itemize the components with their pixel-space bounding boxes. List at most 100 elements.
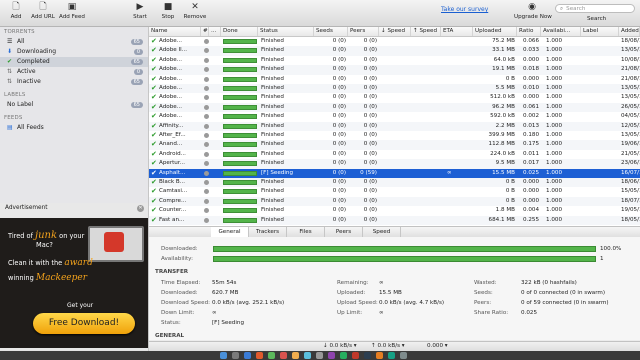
- download-speed-limit[interactable]: ↓ 0.0 kB/s ▾: [323, 343, 357, 349]
- column-header[interactable]: Added O: [619, 27, 640, 36]
- table-row[interactable]: ✔ Fast an... Finished 0 (0) 0 (0) 684.1 MB 0.2…: [149, 215, 640, 225]
- table-row[interactable]: ✔ Adobe Il... Finished 0 (0) 0 (0) 33.1 MB 0.0…: [149, 46, 640, 56]
- fries-image: [104, 232, 124, 252]
- checkmark-icon: ✔: [7, 58, 13, 65]
- add-url-button[interactable]: 🗋 Add URL: [28, 2, 58, 20]
- table-row[interactable]: ✔ Android... Finished 0 (0) 0 (0) 224.0 kB 0.0…: [149, 150, 640, 159]
- sidebar-item-all-feeds[interactable]: ▤ All Feeds: [0, 123, 148, 133]
- app-icon[interactable]: [376, 352, 383, 359]
- app-icon[interactable]: [292, 352, 299, 359]
- survey-link[interactable]: Take our survey: [441, 6, 488, 13]
- table-row[interactable]: ✔ Apertur... Finished 0 (0) 0 (0) 9.5 MB 0.017…: [149, 159, 640, 169]
- added-cell: 15/05/1: [621, 188, 640, 195]
- tab-files[interactable]: Files: [287, 227, 325, 237]
- done-progress-bar: [223, 142, 257, 148]
- ratio-cell: 0.000: [522, 94, 539, 101]
- uploaded-cell: 0 B: [505, 75, 515, 82]
- column-header[interactable]: Uploaded: [473, 27, 517, 36]
- column-header[interactable]: Status: [258, 27, 314, 36]
- column-header[interactable]: Peers: [348, 27, 379, 36]
- table-row[interactable]: ✔ Asphalt... [F] Seeding 0 (0) 0 (59) ∞ 15.5 M…: [149, 168, 640, 178]
- sidebar-item-completed[interactable]: ✔ Completed 65: [0, 57, 148, 67]
- table-row[interactable]: ✔ Affinity... Finished 0 (0) 0 (0) 2.2 MB 0.01…: [149, 121, 640, 131]
- column-header[interactable]: ...: [209, 27, 221, 36]
- tab-speed[interactable]: Speed: [363, 227, 401, 237]
- column-header[interactable]: ETA: [441, 27, 473, 36]
- app-icon[interactable]: [256, 352, 263, 359]
- table-row[interactable]: ✔ Adobe... Finished 0 (0) 0 (0) 75.2 MB 0.066 1…: [149, 37, 640, 46]
- table-row[interactable]: ✔ Adobe... Finished 0 (0) 0 (0) 19.1 MB 0.018 1…: [149, 65, 640, 75]
- column-header[interactable]: Availabi...: [541, 27, 581, 36]
- table-row[interactable]: ✔ Compre... Finished 0 (0) 0 (0) 0 B 0.000 1.00…: [149, 196, 640, 207]
- uploaded-cell: 512.0 kB: [490, 94, 515, 101]
- eta-cell: [441, 150, 473, 159]
- app-icon[interactable]: [304, 352, 311, 359]
- app-icon[interactable]: [352, 352, 359, 359]
- trash-icon[interactable]: [400, 352, 407, 359]
- app-icon[interactable]: [364, 352, 371, 359]
- app-icon[interactable]: [388, 352, 395, 359]
- column-header[interactable]: #: [201, 27, 209, 36]
- status-cell: Finished: [261, 207, 284, 214]
- sidebar-item-downloading[interactable]: ⬇ Downloading 0: [0, 47, 148, 57]
- remove-button[interactable]: ✕ Remove: [180, 2, 210, 20]
- field-value: 322 kB (0 hashfails): [521, 280, 577, 286]
- free-download-button[interactable]: Free Download!: [33, 313, 135, 334]
- table-row[interactable]: ✔ Anand... Finished 0 (0) 0 (0) 112.8 MB 0.175…: [149, 140, 640, 150]
- column-header[interactable]: Name: [149, 27, 201, 36]
- close-icon[interactable]: ✕: [137, 205, 144, 212]
- field-value: 620.7 MB: [212, 290, 239, 296]
- app-icon[interactable]: [340, 352, 347, 359]
- ratio-cell: 0.004: [522, 207, 539, 214]
- column-header[interactable]: ↑ Speed: [411, 27, 441, 36]
- search-input[interactable]: ⌕ Search: [555, 4, 635, 13]
- sidebar-item-active[interactable]: ⇅ Active 0: [0, 67, 148, 77]
- seeds-cell: 0 (0): [332, 169, 346, 176]
- column-header[interactable]: ↓ Speed: [379, 27, 411, 36]
- peers-cell: 0 (0): [363, 47, 377, 54]
- column-header[interactable]: Seeds: [314, 27, 348, 36]
- seeds-cell: 0 (0): [332, 66, 346, 73]
- safari-icon[interactable]: [244, 352, 251, 359]
- disk-indicator[interactable]: 0.000 ▾: [427, 343, 448, 349]
- table-row[interactable]: ✔ Counter... Finished 0 (0) 0 (0) 1.8 MB 0.004…: [149, 206, 640, 215]
- table-row[interactable]: ✔ After_Ef... Finished 0 (0) 0 (0) 399.9 MB 0.…: [149, 131, 640, 140]
- add-feed-button[interactable]: ▣ Add Feed: [57, 2, 87, 20]
- start-button[interactable]: ▶ Start: [125, 2, 155, 20]
- table-row[interactable]: ✔ Black B... Finished 0 (0) 0 (0) 0 B 0.000 1.0…: [149, 178, 640, 188]
- table-row[interactable]: ✔ Adobe... Finished 0 (0) 0 (0) 512.0 kB 0.000…: [149, 93, 640, 102]
- app-icon[interactable]: [268, 352, 275, 359]
- upgrade-button[interactable]: ◉ Upgrade Now: [514, 2, 552, 20]
- tab-peers[interactable]: Peers: [325, 227, 363, 237]
- eta-cell: [441, 159, 473, 168]
- tab-general[interactable]: General: [211, 227, 249, 237]
- seeds-cell: 0 (0): [332, 132, 346, 138]
- uploaded-cell: 684.1 MB: [488, 216, 515, 223]
- ad-banner[interactable]: Tired of junk on your Mac? Clean it with …: [0, 218, 148, 348]
- app-icon[interactable]: [280, 352, 287, 359]
- status-cell: Finished: [261, 132, 284, 138]
- app-icon[interactable]: [328, 352, 335, 359]
- stop-button[interactable]: ■ Stop: [153, 2, 183, 20]
- column-header[interactable]: Done: [221, 27, 258, 36]
- add-button[interactable]: 🗋 Add: [1, 2, 31, 20]
- upload-speed-limit[interactable]: ↑ 0.0 kB/s ▾: [371, 343, 405, 349]
- table-row[interactable]: ✔ Adobe... Finished 0 (0) 0 (0) 96.2 MB 0.061 1…: [149, 102, 640, 113]
- app-icon[interactable]: [316, 352, 323, 359]
- column-header[interactable]: Label: [581, 27, 619, 36]
- table-row[interactable]: ✔ Adobe... Finished 0 (0) 0 (0) 64.0 kB 0.000 1…: [149, 56, 640, 65]
- availability-cell: 1.000: [546, 207, 563, 214]
- table-row[interactable]: ✔ Adobe... Finished 0 (0) 0 (0) 592.0 kB 0.002…: [149, 112, 640, 121]
- sidebar-item-no-label[interactable]: No Label 65: [0, 100, 148, 110]
- table-row[interactable]: ✔ Camtasi... Finished 0 (0) 0 (0) 0 B 0.000 1.0…: [149, 187, 640, 196]
- tab-trackers[interactable]: Trackers: [249, 227, 287, 237]
- table-row[interactable]: ✔ Adobe... Finished 0 (0) 0 (0) 0 B 0.000 1.000…: [149, 75, 640, 84]
- finder-icon[interactable]: [220, 352, 227, 359]
- uploaded-cell: 64.0 kB: [493, 56, 515, 63]
- table-row[interactable]: ✔ Adobe... Finished 0 (0) 0 (0) 5.5 MB 0.010 1.…: [149, 84, 640, 94]
- column-header[interactable]: Ratio: [517, 27, 541, 36]
- sidebar-item-all[interactable]: ☰ All 65: [0, 37, 148, 47]
- downloaded-label: Downloaded:: [161, 246, 198, 252]
- launchpad-icon[interactable]: [232, 352, 239, 359]
- sidebar-item-inactive[interactable]: ⇅ Inactive 65: [0, 77, 148, 87]
